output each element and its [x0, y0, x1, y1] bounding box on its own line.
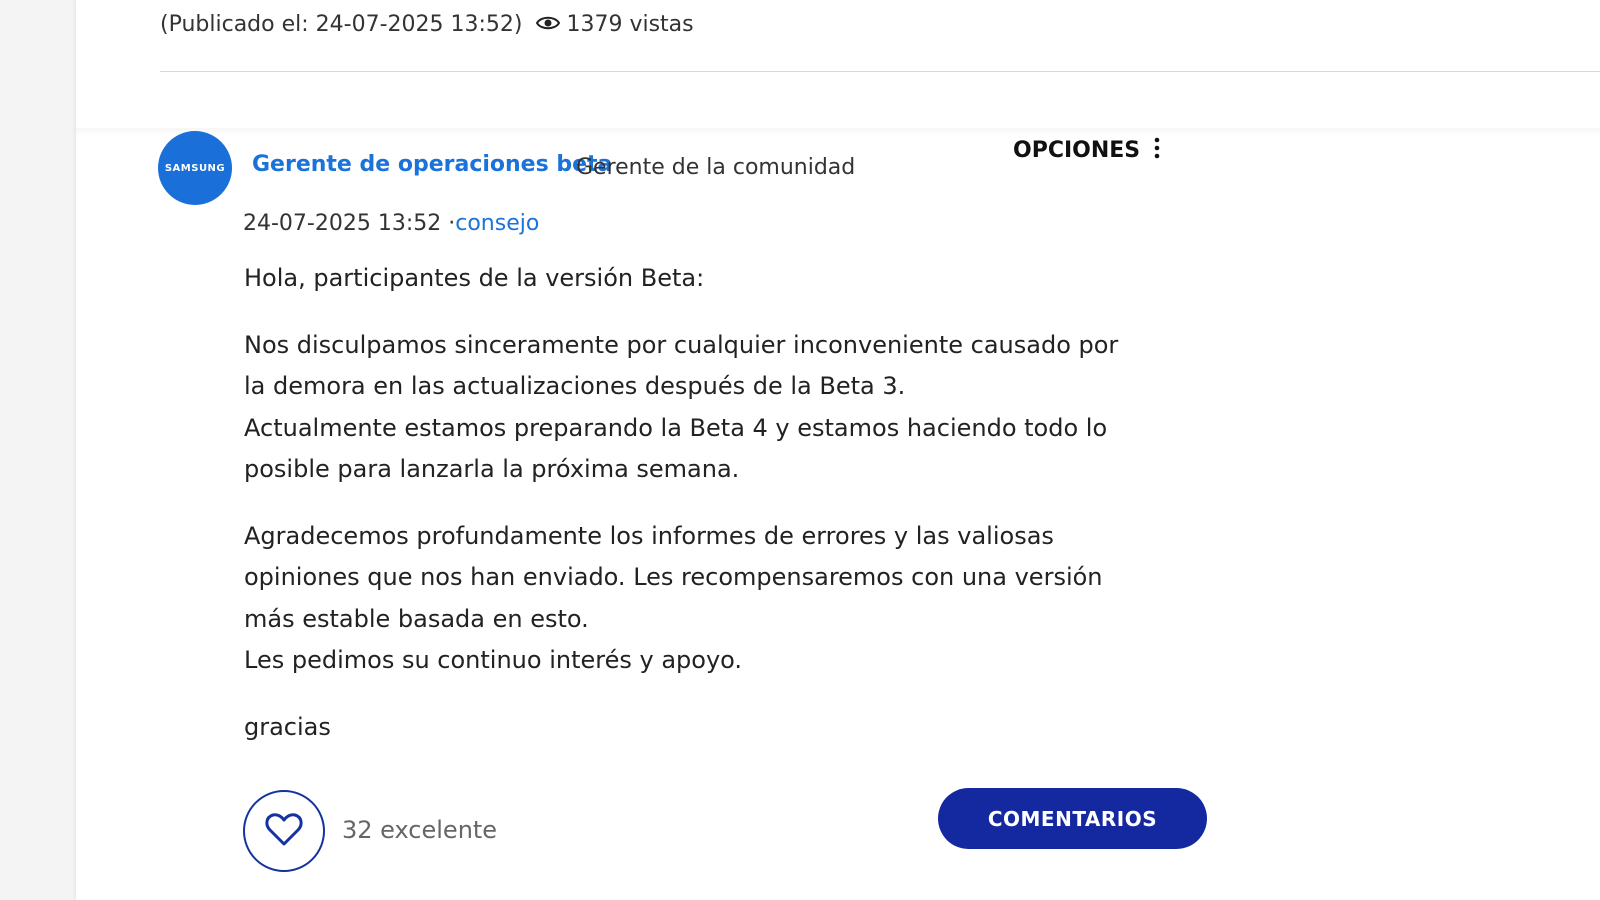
eye-icon: [536, 12, 566, 37]
thread-meta: (Publicado el: 24-07-2025 13:52) 1379 vi…: [160, 12, 694, 37]
published-date: (Publicado el: 24-07-2025 13:52): [160, 12, 523, 37]
post-page: (Publicado el: 24-07-2025 13:52) 1379 vi…: [76, 0, 1600, 900]
label-tag-link[interactable]: consejo: [455, 211, 539, 236]
heart-icon: [264, 811, 304, 851]
paragraph-line: Actualmente estamos preparando la Beta 4…: [244, 413, 1108, 442]
post-body: Hola, participantes de la versión Beta: …: [244, 258, 1144, 773]
view-count: 1379 vistas: [536, 12, 694, 37]
comments-button[interactable]: COMENTARIOS: [938, 788, 1207, 849]
paragraph-line: Agradecemos profundamente los informes d…: [244, 521, 1054, 550]
post-timestamp: 24-07-2025 13:52: [243, 211, 442, 236]
paragraph-line: más estable basada en esto.: [244, 604, 589, 633]
like-button[interactable]: [243, 790, 325, 872]
author-role: Gerente de la comunidad: [576, 155, 856, 180]
closing-line: gracias: [244, 712, 331, 741]
paragraph-line: Les pedimos su continuo interés y apoyo.: [244, 646, 743, 674]
views-label: 1379 vistas: [566, 12, 694, 37]
avatar[interactable]: SAMSUNG: [158, 131, 232, 205]
paragraph-2: Agradecemos profundamente los informes d…: [244, 516, 1144, 682]
section-separator: [76, 128, 1600, 136]
author-link[interactable]: Gerente de operaciones beta: [252, 152, 612, 177]
paragraph-line: opiniones que nos han enviado. Les recom…: [244, 563, 1103, 591]
greeting: Hola, participantes de la versión Beta:: [244, 258, 1144, 300]
date-separator: ·: [441, 211, 456, 236]
greeting-line: Hola, participantes de la versión Beta:: [244, 264, 705, 292]
divider: [160, 71, 1600, 72]
post-date: 24-07-2025 13:52 ·consejo: [243, 211, 539, 236]
options-menu-button[interactable]: OPCIONES: [1013, 137, 1160, 163]
closing: gracias: [244, 707, 1144, 749]
more-vertical-icon: [1154, 137, 1160, 163]
options-label: OPCIONES: [1013, 137, 1141, 163]
paragraph-line: posible para lanzarla la próxima semana.: [244, 455, 740, 483]
paragraph-1: Nos disculpamos sinceramente por cualqui…: [244, 325, 1144, 491]
paragraph-line: Nos disculpamos sinceramente por cualqui…: [244, 330, 1119, 359]
avatar-logo-text: SAMSUNG: [164, 162, 226, 174]
paragraph-line: la demora en las actualizaciones después…: [244, 372, 906, 400]
like-count: 32 excelente: [342, 816, 498, 844]
